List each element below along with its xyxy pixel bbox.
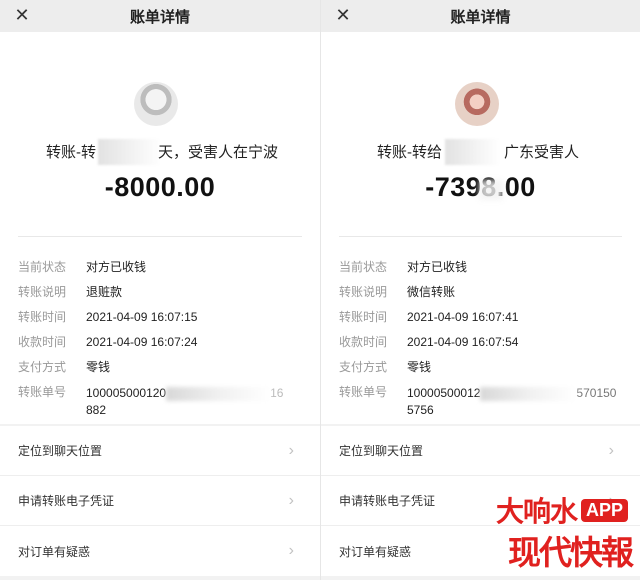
page-title: 账单详情 [450,9,511,26]
detail-value: 2021-04-09 16:07:15 [86,310,198,324]
detail-row-payment-method: 支付方式 零钱 [18,360,310,385]
order-number-start: 10000500012 [407,386,481,400]
detail-value: 对方已收钱 [86,260,147,274]
order-number-end: 570150 [576,386,617,400]
transfer-title-right: 天，受害人在宁波 [158,144,279,161]
detail-row-note: 转账说明 退赃款 [18,285,310,310]
detail-value: 退赃款 [86,285,123,299]
locate-chat-button[interactable]: 定位到聊天位置 › [321,426,640,476]
order-number-end: 16 [270,386,284,400]
order-number-start: 100005000120 [86,386,167,400]
transfer-title-left: 转账-转 [46,144,96,161]
detail-label: 转账时间 [18,310,67,324]
watermark-newspaper-name: 现代快報 [508,533,634,572]
transfer-title-left: 转账-转给 [377,144,442,161]
detail-list: 当前状态 对方已收钱 转账说明 退赃款 转账时间 2021-04-09 16:0… [18,260,310,425]
detail-label: 转账单号 [339,385,388,399]
detail-list: 当前状态 对方已收钱 转账说明 微信转账 转账时间 2021-04-09 16:… [339,260,630,425]
chevron-right-icon: › [608,442,614,459]
menu-item-label: 对订单有疑惑 [339,544,412,559]
order-number-line2: 5756 [407,403,434,417]
detail-value: 零钱 [86,360,111,374]
transfer-title-right: 广东受害人 [504,144,580,161]
detail-row-transfer-time: 转账时间 2021-04-09 16:07:41 [339,310,630,335]
amount-blur [479,180,503,200]
menu-item-label: 申请转账电子凭证 [18,494,115,508]
watermark-top-row: 大响水 APP [496,490,628,530]
order-number-value: 100005000120 16 882 [86,385,283,425]
divider [18,236,302,237]
order-number-value: 10000500012 570150 5756 [407,385,616,425]
detail-row-order-number: 转账单号 10000500012 570150 5756 [339,385,630,425]
divider [339,236,622,237]
detail-row-receive-time: 收款时间 2021-04-09 16:07:24 [18,335,310,360]
menu-item-label: 定位到聊天位置 [18,444,103,458]
request-voucher-button[interactable]: 申请转账电子凭证 › [0,476,320,526]
detail-label: 收款时间 [339,335,388,349]
detail-row-payment-method: 支付方式 零钱 [339,360,630,385]
detail-label: 收款时间 [18,335,67,349]
detail-label: 当前状态 [339,260,388,274]
detail-label: 当前状态 [18,260,67,274]
redacted-order-blur [480,386,577,401]
detail-row-status: 当前状态 对方已收钱 [339,260,630,285]
transfer-amount: -8000.00 [104,172,216,202]
redacted-order-blur [166,386,271,401]
action-menu: 定位到聊天位置 › 申请转账电子凭证 › 对订单有疑惑 › [0,426,320,576]
page-title: 账单详情 [129,9,190,26]
locate-chat-button[interactable]: 定位到聊天位置 › [0,426,320,476]
detail-value: 2021-04-09 16:07:24 [86,335,198,349]
bill-card: 转账-转给 广东受害人 -7398.00 当前状态 对方已收钱 转账说明 微信转… [321,32,640,424]
top-bar: ✕ 账单详情 [0,0,320,32]
watermark-brand-text: 大响水 [495,495,578,528]
menu-item-label: 定位到聊天位置 [339,444,424,458]
user-avatar-icon [455,82,499,126]
detail-row-transfer-time: 转账时间 2021-04-09 16:07:15 [18,310,310,335]
detail-row-receive-time: 收款时间 2021-04-09 16:07:54 [339,335,630,360]
chevron-right-icon: › [288,542,294,559]
bill-detail-screen-right: ✕ 账单详情 转账-转给 广东受害人 -7398.00 当前状态 对方已收钱 转… [320,0,640,580]
detail-value: 2021-04-09 16:07:41 [407,310,519,324]
user-avatar-icon [134,82,178,126]
detail-row-status: 当前状态 对方已收钱 [18,260,310,285]
detail-value: 零钱 [407,360,432,374]
watermark-app-badge: APP [580,498,628,522]
detail-label: 转账单号 [18,385,67,399]
detail-value: 微信转账 [407,285,456,299]
detail-label: 支付方式 [18,360,67,374]
top-bar: ✕ 账单详情 [321,0,640,32]
detail-value: 2021-04-09 16:07:54 [407,335,519,349]
detail-row-order-number: 转账单号 100005000120 16 882 [18,385,310,425]
detail-label: 转账时间 [339,310,388,324]
menu-item-label: 对订单有疑惑 [18,544,91,559]
news-watermark-logo: 大响水 APP 现代快報 [436,490,634,572]
menu-item-label: 申请转账电子凭证 [339,494,436,508]
bill-card: 转账-转 天，受害人在宁波 -8000.00 当前状态 对方已收钱 转账说明 退… [0,32,320,424]
screens-container: ✕ 账单详情 转账-转 天，受害人在宁波 -8000.00 当前状态 对方已收钱… [0,0,640,580]
order-question-button[interactable]: 对订单有疑惑 › [0,526,320,576]
detail-label: 转账说明 [339,285,388,299]
redacted-name-blur [445,139,501,165]
redacted-name-blur [98,139,162,165]
detail-label: 支付方式 [339,360,388,374]
order-number-line2: 882 [86,403,107,417]
chevron-right-icon: › [288,492,294,509]
detail-label: 转账说明 [18,285,67,299]
chevron-right-icon: › [288,442,294,459]
bill-detail-screen-left: ✕ 账单详情 转账-转 天，受害人在宁波 -8000.00 当前状态 对方已收钱… [0,0,320,580]
detail-row-note: 转账说明 微信转账 [339,285,630,310]
detail-value: 对方已收钱 [407,260,468,274]
